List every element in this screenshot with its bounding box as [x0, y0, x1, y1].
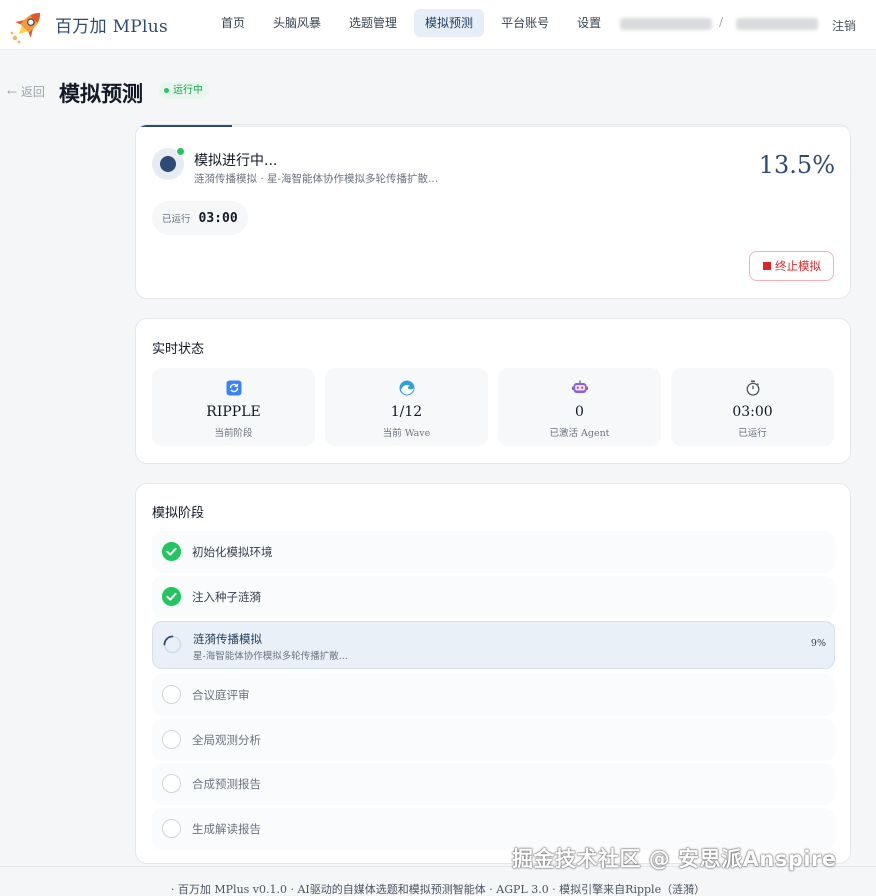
wave-icon [399, 380, 414, 396]
progress-bar [136, 125, 850, 127]
rocket-logo-icon[interactable] [8, 5, 48, 45]
simulation-phases-card: 模拟阶段 初始化模拟环境 注入种子涟漪 涟漪传播模拟 星-海智能体协作模拟多轮传… [135, 483, 851, 864]
phase-name: 合议庭评审 [192, 688, 250, 702]
simulation-percent: 13.5% [758, 151, 835, 179]
realtime-title: 实时状态 [152, 342, 205, 357]
phase-name: 注入种子涟漪 [192, 590, 261, 604]
stat-current-phase: RIPPLE 当前阶段 [152, 368, 315, 446]
empty-circle-icon [162, 730, 181, 749]
phases-title: 模拟阶段 [152, 506, 205, 521]
stopwatch-icon [746, 380, 759, 396]
nav-brainstorm[interactable]: 头脑风暴 [262, 9, 332, 37]
user-email-redacted [736, 18, 818, 30]
main-nav: 首页 头脑风暴 选题管理 模拟预测 平台账号 设置 [210, 9, 612, 37]
check-circle-icon [162, 587, 181, 606]
robot-icon [571, 380, 588, 393]
phase-item: 合成预测报告 [152, 763, 835, 805]
brand-name[interactable]: 百万加 MPlus [55, 12, 168, 37]
phase-name: 合成预测报告 [192, 777, 261, 791]
footer-text: · 百万加 MPlus v0.1.0 · AI驱动的自媒体选题和模拟预测智能体 … [170, 883, 706, 896]
stop-icon [763, 262, 771, 270]
phase-item: 全局观测分析 [152, 719, 835, 761]
phase-percent: 9% [810, 638, 826, 649]
empty-circle-icon [162, 685, 181, 704]
stat-value: RIPPLE [206, 404, 261, 420]
empty-circle-icon [162, 819, 181, 838]
page-title: 模拟预测 [59, 81, 143, 106]
nav-home[interactable]: 首页 [210, 9, 256, 37]
spinner-icon [163, 635, 182, 654]
phase-item: 注入种子涟漪 [152, 576, 835, 618]
simulation-subtitle: 涟漪传播模拟 · 星-海智能体协作模拟多轮传播扩散... [194, 173, 439, 185]
simulation-status-icon [152, 147, 185, 180]
phase-name: 生成解读报告 [192, 822, 261, 836]
check-circle-icon [162, 542, 181, 561]
stat-value: 03:00 [732, 404, 773, 420]
watermark: 掘金技术社区 @ 安思派Anspire [512, 847, 837, 871]
stat-value: 1/12 [390, 404, 423, 420]
status-badge: 运行中 [159, 82, 209, 99]
stat-label: 已运行 [738, 428, 767, 439]
elapsed-time-pill: 已运行 03:00 [152, 201, 248, 235]
stat-elapsed: 03:00 已运行 [671, 368, 834, 446]
nav-accounts[interactable]: 平台账号 [490, 9, 560, 37]
empty-circle-icon [162, 774, 181, 793]
stop-button-label: 终止模拟 [775, 259, 821, 273]
phase-item: 合议庭评审 [152, 674, 835, 716]
phase-name: 涟漪传播模拟 [193, 632, 262, 646]
top-navigation-bar: 百万加 MPlus 首页 头脑风暴 选题管理 模拟预测 平台账号 设置 / 注销 [0, 0, 876, 50]
elapsed-label: 已运行 [162, 214, 191, 225]
refresh-icon [226, 380, 241, 396]
progress-bar-fill [136, 125, 233, 127]
phase-name: 初始化模拟环境 [192, 545, 273, 559]
user-name-redacted [620, 18, 712, 30]
nav-topics[interactable]: 选题管理 [338, 9, 408, 37]
simulation-title: 模拟进行中... [194, 153, 278, 169]
user-separator: / [719, 15, 724, 29]
stop-simulation-button[interactable]: 终止模拟 [749, 251, 834, 281]
stat-label: 已激活 Agent [549, 428, 610, 439]
nav-settings[interactable]: 设置 [566, 9, 612, 37]
stats-row: RIPPLE 当前阶段 1/12 当前 Wave 0 已激活 Agent 03:… [152, 368, 834, 446]
nav-simulation[interactable]: 模拟预测 [414, 9, 485, 37]
stat-current-wave: 1/12 当前 Wave [325, 368, 488, 446]
simulation-progress-card: 模拟进行中... 涟漪传播模拟 · 星-海智能体协作模拟多轮传播扩散... 13… [135, 124, 851, 299]
phase-item-active: 涟漪传播模拟 星-海智能体协作模拟多轮传播扩散... 9% [152, 621, 835, 669]
stat-label: 当前 Wave [382, 428, 431, 439]
realtime-status-card: 实时状态 RIPPLE 当前阶段 1/12 当前 Wave 0 已激活 Agen… [135, 318, 851, 464]
logout-link[interactable]: 注销 [832, 17, 856, 34]
phase-detail: 星-海智能体协作模拟多轮传播扩散... [193, 651, 348, 662]
stat-active-agents: 0 已激活 Agent [498, 368, 661, 446]
back-link[interactable]: ← 返回 [7, 83, 45, 100]
elapsed-value: 03:00 [198, 210, 238, 226]
phase-item: 初始化模拟环境 [152, 531, 835, 573]
status-dot-icon [164, 88, 169, 93]
stat-value: 0 [575, 404, 584, 420]
live-indicator-icon [176, 147, 185, 156]
stat-label: 当前阶段 [214, 428, 253, 439]
phase-name: 全局观测分析 [192, 733, 261, 747]
status-badge-label: 运行中 [173, 85, 203, 96]
